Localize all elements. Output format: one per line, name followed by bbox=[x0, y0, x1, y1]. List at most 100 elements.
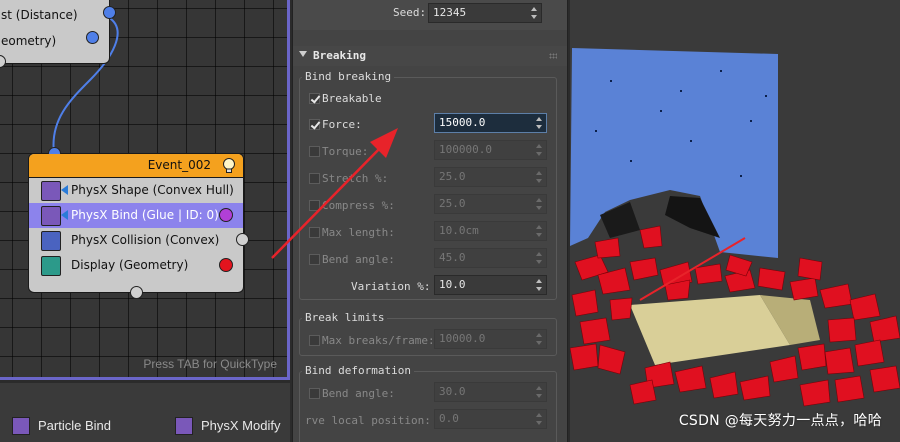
event-node[interactable]: Event_002 PhysX Shape (Convex Hull) Phys… bbox=[28, 147, 249, 299]
operator-label: Display (Geometry) bbox=[71, 258, 189, 272]
spinner-arrows-icon[interactable] bbox=[536, 251, 543, 265]
watermark-text: CSDN @每天努力一点点，哈哈 bbox=[678, 413, 882, 429]
breakable-checkbox[interactable] bbox=[309, 93, 320, 104]
spinner-arrows-icon[interactable] bbox=[531, 6, 538, 20]
viewport-scene bbox=[570, 0, 900, 442]
seed-label: Seed: bbox=[393, 6, 427, 19]
event-header[interactable]: Event_002 bbox=[29, 154, 243, 178]
spinner-arrows-icon[interactable] bbox=[536, 385, 543, 399]
depot-item-label: PhysX Modify bbox=[201, 418, 281, 433]
max-length-value: 10.0cm bbox=[439, 224, 479, 237]
variation-value: 10.0 bbox=[439, 278, 466, 291]
variation-spinner[interactable]: 10.0 bbox=[434, 275, 547, 295]
bend-angle-spinner[interactable]: 45.0 bbox=[434, 248, 547, 268]
compress-spinner[interactable]: 25.0 bbox=[434, 194, 547, 214]
upstream-node[interactable]: st (Distance) eometry) bbox=[0, 0, 116, 68]
upstream-output-port[interactable] bbox=[103, 6, 116, 19]
event-title: Event_002 bbox=[147, 158, 211, 172]
3d-viewport[interactable]: CSDN @每天努力一点点，哈哈 bbox=[570, 0, 900, 442]
physx-collision-icon bbox=[41, 231, 61, 251]
bind-output-port[interactable] bbox=[219, 208, 233, 222]
bend-angle-value: 45.0 bbox=[439, 251, 466, 264]
grip-icon bbox=[549, 53, 557, 59]
display-icon bbox=[41, 256, 61, 276]
force-checkbox[interactable] bbox=[309, 119, 320, 130]
operator-physx-collision[interactable]: PhysX Collision (Convex) bbox=[29, 228, 249, 253]
physx-bind-icon bbox=[41, 206, 61, 226]
operator-depot: Particle Bind PhysX Modify bbox=[0, 383, 290, 442]
force-label: Force: bbox=[322, 118, 362, 131]
max-length-label: Max length: bbox=[322, 226, 395, 239]
bind-breaking-title: Bind breaking bbox=[302, 70, 395, 83]
lightbulb-icon[interactable] bbox=[221, 157, 237, 174]
torque-checkbox[interactable] bbox=[309, 146, 320, 157]
max-breaks-spinner[interactable]: 10000.0 bbox=[434, 329, 547, 349]
compress-value: 25.0 bbox=[439, 197, 466, 210]
depot-particle-bind[interactable]: Particle Bind bbox=[12, 415, 111, 437]
max-length-checkbox[interactable] bbox=[309, 227, 320, 238]
operator-display[interactable]: Display (Geometry) bbox=[29, 253, 243, 278]
spinner-arrows-icon[interactable] bbox=[536, 278, 543, 292]
operator-label: PhysX Collision (Convex) bbox=[71, 233, 220, 247]
physx-shape-icon bbox=[41, 181, 61, 201]
breaking-rollout-title: Breaking bbox=[313, 49, 366, 62]
spinner-arrows-icon[interactable] bbox=[536, 170, 543, 184]
spinner-arrows-icon[interactable] bbox=[536, 332, 543, 346]
particle-bind-icon bbox=[12, 417, 30, 435]
seed-section: Seed: 12345 bbox=[293, 0, 567, 30]
seed-value: 12345 bbox=[433, 6, 467, 19]
deform-bend-angle-value: 30.0 bbox=[439, 385, 466, 398]
local-position-label: rve local position: bbox=[305, 414, 431, 427]
properties-panel[interactable]: Seed: 12345 Breaking Bind breaking Break… bbox=[292, 0, 568, 442]
torque-spinner[interactable]: 100000.0 bbox=[434, 140, 547, 160]
max-breaks-label: Max breaks/frame: bbox=[322, 334, 435, 347]
event-output-port[interactable] bbox=[130, 286, 143, 299]
physx-modify-icon bbox=[175, 417, 193, 435]
max-length-spinner[interactable]: 10.0cm bbox=[434, 221, 547, 241]
compress-checkbox[interactable] bbox=[309, 200, 320, 211]
bend-angle-checkbox[interactable] bbox=[309, 254, 320, 265]
spinner-arrows-icon[interactable] bbox=[536, 224, 543, 238]
stretch-checkbox[interactable] bbox=[309, 173, 320, 184]
spinner-arrows-icon[interactable] bbox=[536, 116, 543, 130]
compress-label: Compress %: bbox=[322, 199, 395, 212]
operator-marker-icon bbox=[61, 185, 68, 195]
quicktype-hint: Press TAB for QuickType bbox=[143, 357, 277, 371]
spinner-arrows-icon[interactable] bbox=[536, 143, 543, 157]
depot-item-label: Particle Bind bbox=[38, 418, 111, 433]
deform-bend-angle-checkbox[interactable] bbox=[309, 388, 320, 399]
collapse-icon[interactable] bbox=[299, 51, 307, 57]
local-position-value: 0.0 bbox=[439, 412, 459, 425]
display-color-swatch[interactable] bbox=[219, 258, 233, 272]
operator-label: PhysX Bind (Glue | ID: 0) bbox=[71, 208, 219, 222]
bend-angle-label: Bend angle: bbox=[322, 253, 395, 266]
seed-spinner[interactable]: 12345 bbox=[428, 3, 542, 23]
spinner-arrows-icon[interactable] bbox=[536, 412, 543, 426]
breakable-label: Breakable bbox=[322, 92, 382, 105]
stretch-label: Stretch %: bbox=[322, 172, 389, 185]
force-value: 15000.0 bbox=[439, 116, 486, 129]
collision-output-port[interactable] bbox=[236, 233, 249, 246]
upstream-operator-geometry[interactable]: eometry) bbox=[1, 31, 56, 51]
deform-bend-angle-label: Bend angle: bbox=[322, 387, 395, 400]
break-limits-title: Break limits bbox=[302, 311, 388, 324]
max-breaks-checkbox[interactable] bbox=[309, 335, 320, 346]
upstream-operator-distance[interactable]: st (Distance) bbox=[1, 5, 78, 25]
force-spinner[interactable]: 15000.0 bbox=[434, 113, 547, 133]
torque-value: 100000.0 bbox=[439, 143, 492, 156]
spinner-arrows-icon[interactable] bbox=[536, 197, 543, 211]
max-breaks-value: 10000.0 bbox=[439, 332, 486, 345]
operator-label: PhysX Shape (Convex Hull) bbox=[71, 183, 234, 197]
breaking-rollout-header[interactable]: Breaking bbox=[293, 46, 567, 66]
operator-physx-bind[interactable]: PhysX Bind (Glue | ID: 0) bbox=[29, 203, 243, 228]
operator-marker-icon bbox=[61, 210, 68, 220]
particle-view-graph[interactable]: st (Distance) eometry) Event_002 PhysX S… bbox=[0, 0, 290, 380]
depot-physx-modify[interactable]: PhysX Modify bbox=[175, 415, 280, 437]
operator-physx-shape[interactable]: PhysX Shape (Convex Hull) bbox=[29, 178, 243, 203]
variation-label: Variation %: bbox=[351, 280, 431, 293]
deform-bend-angle-spinner[interactable]: 30.0 bbox=[434, 382, 547, 402]
stretch-spinner[interactable]: 25.0 bbox=[434, 167, 547, 187]
upstream-port[interactable] bbox=[86, 31, 99, 44]
torque-label: Torque: bbox=[322, 145, 369, 158]
local-position-spinner[interactable]: 0.0 bbox=[434, 409, 547, 429]
